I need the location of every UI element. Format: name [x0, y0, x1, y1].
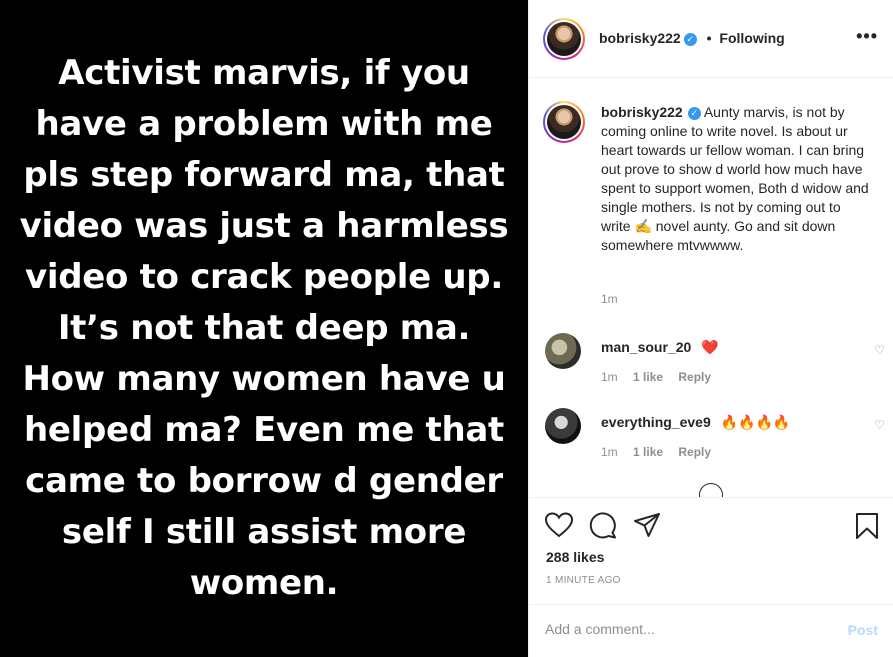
comments-section[interactable]: bobrisky222 ✓ Aunty marvis, is not by com… [529, 79, 893, 497]
comment-likes[interactable]: 1 like [633, 445, 663, 459]
reply-button[interactable]: Reply [678, 445, 711, 459]
commenter-username[interactable]: man_sour_20 [601, 339, 691, 355]
load-more-comments-icon[interactable] [699, 483, 723, 497]
comment-meta: 1m 1 like Reply [601, 445, 723, 459]
author-username[interactable]: bobrisky222 [599, 30, 681, 46]
verified-badge-icon: ✓ [687, 106, 701, 120]
comment-meta: 1m 1 like Reply [601, 370, 723, 384]
caption: bobrisky222 ✓ Aunty marvis, is not by com… [601, 103, 871, 255]
comment-like-heart-icon[interactable]: ♡ [874, 343, 885, 357]
commenter-avatar[interactable] [545, 333, 581, 369]
comment-likes[interactable]: 1 like [633, 370, 663, 384]
action-bar: 288 likes 1 MINUTE AGO [529, 497, 893, 597]
caption-avatar[interactable] [543, 101, 585, 143]
header-user-line: bobrisky222 ✓ • Following [599, 30, 785, 46]
comment-time[interactable]: 1m [601, 445, 618, 459]
save-bookmark-icon[interactable] [855, 512, 879, 540]
likes-count[interactable]: 288 likes [546, 549, 604, 565]
comment-text-line: everything_eve9 🔥🔥🔥🔥 [601, 414, 790, 431]
post-header: bobrisky222 ✓ • Following ••• [529, 0, 893, 78]
commenter-username[interactable]: everything_eve9 [601, 414, 711, 430]
following-button[interactable]: Following [719, 30, 784, 46]
post-image: Activist marvis, if you have a problem w… [0, 0, 528, 657]
comment-like-heart-icon[interactable]: ♡ [874, 418, 885, 432]
comment-text: ❤️ [701, 339, 719, 355]
separator-dot: • [706, 30, 712, 46]
post-comment-button[interactable]: Post [848, 622, 878, 638]
caption-username[interactable]: bobrisky222 [601, 104, 683, 120]
verified-badge-icon: ✓ [683, 32, 697, 46]
reply-button[interactable]: Reply [678, 370, 711, 384]
author-avatar[interactable] [543, 18, 585, 60]
share-send-icon[interactable] [633, 512, 661, 538]
comment-text-line: man_sour_20 ❤️ [601, 339, 719, 356]
comment-time[interactable]: 1m [601, 370, 618, 384]
comment-item: everything_eve9 🔥🔥🔥🔥 1m 1 like Reply ♡ [545, 408, 885, 468]
caption-text: Aunty marvis, is not by coming online to… [601, 104, 869, 253]
add-comment-bar: Post [529, 604, 893, 657]
more-options-icon[interactable]: ••• [856, 26, 878, 47]
comment-bubble-icon[interactable] [589, 512, 617, 539]
caption-time[interactable]: 1m [601, 292, 618, 306]
post-side-panel: bobrisky222 ✓ • Following ••• bobrisky222… [528, 0, 893, 657]
post-timestamp[interactable]: 1 MINUTE AGO [546, 575, 621, 586]
commenter-avatar[interactable] [545, 408, 581, 444]
comment-item: man_sour_20 ❤️ 1m 1 like Reply ♡ [545, 333, 885, 393]
like-heart-icon[interactable] [545, 512, 573, 538]
comment-input[interactable] [545, 621, 825, 637]
post-image-text: Activist marvis, if you have a problem w… [19, 53, 509, 603]
comment-text: 🔥🔥🔥🔥 [720, 414, 791, 430]
